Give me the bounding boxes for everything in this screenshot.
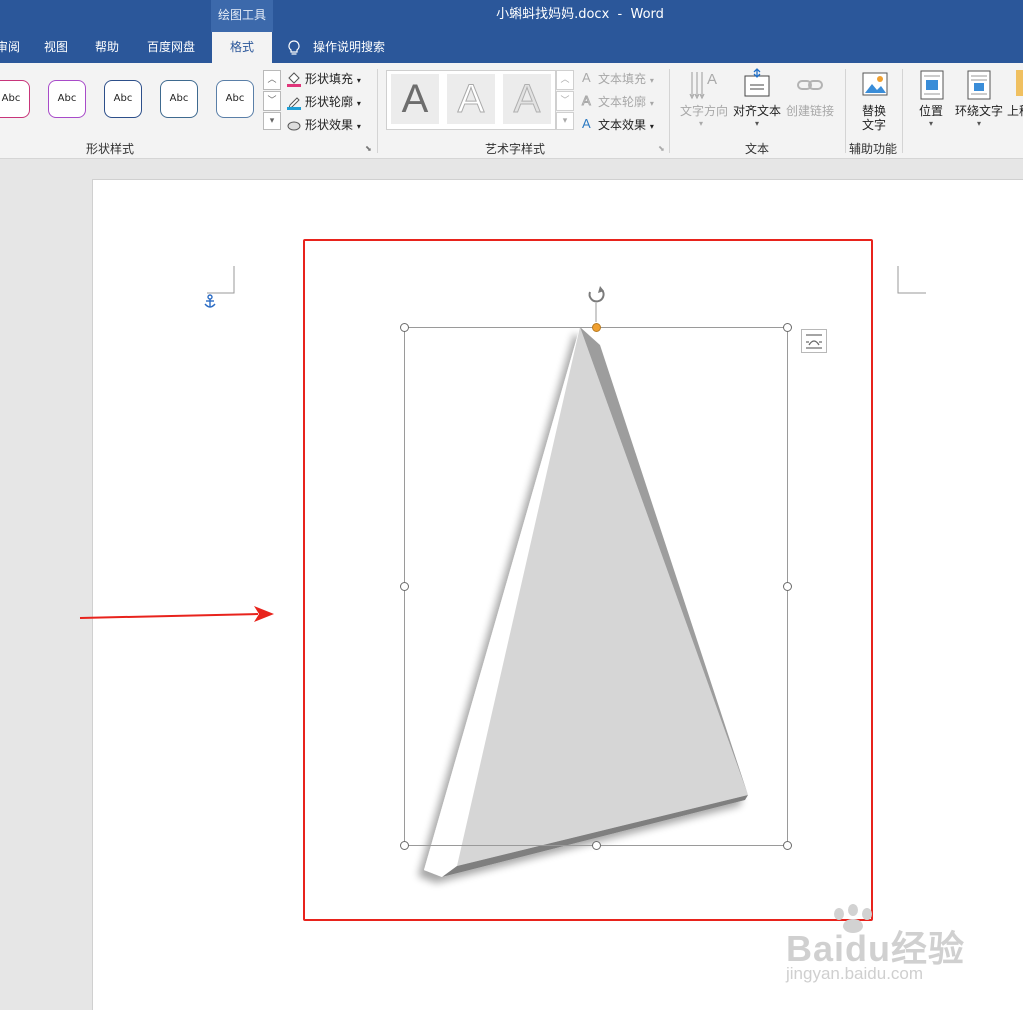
annotation-arrow	[79, 606, 274, 622]
watermark-url: jingyan.baidu.com	[786, 964, 924, 983]
annotation-highlight-box	[303, 239, 873, 921]
anchor-icon	[204, 294, 216, 308]
watermark: Baidu经验 jingyan.baidu.com	[784, 904, 984, 988]
margin-mark-right	[897, 266, 926, 294]
margin-mark-left	[207, 266, 235, 294]
